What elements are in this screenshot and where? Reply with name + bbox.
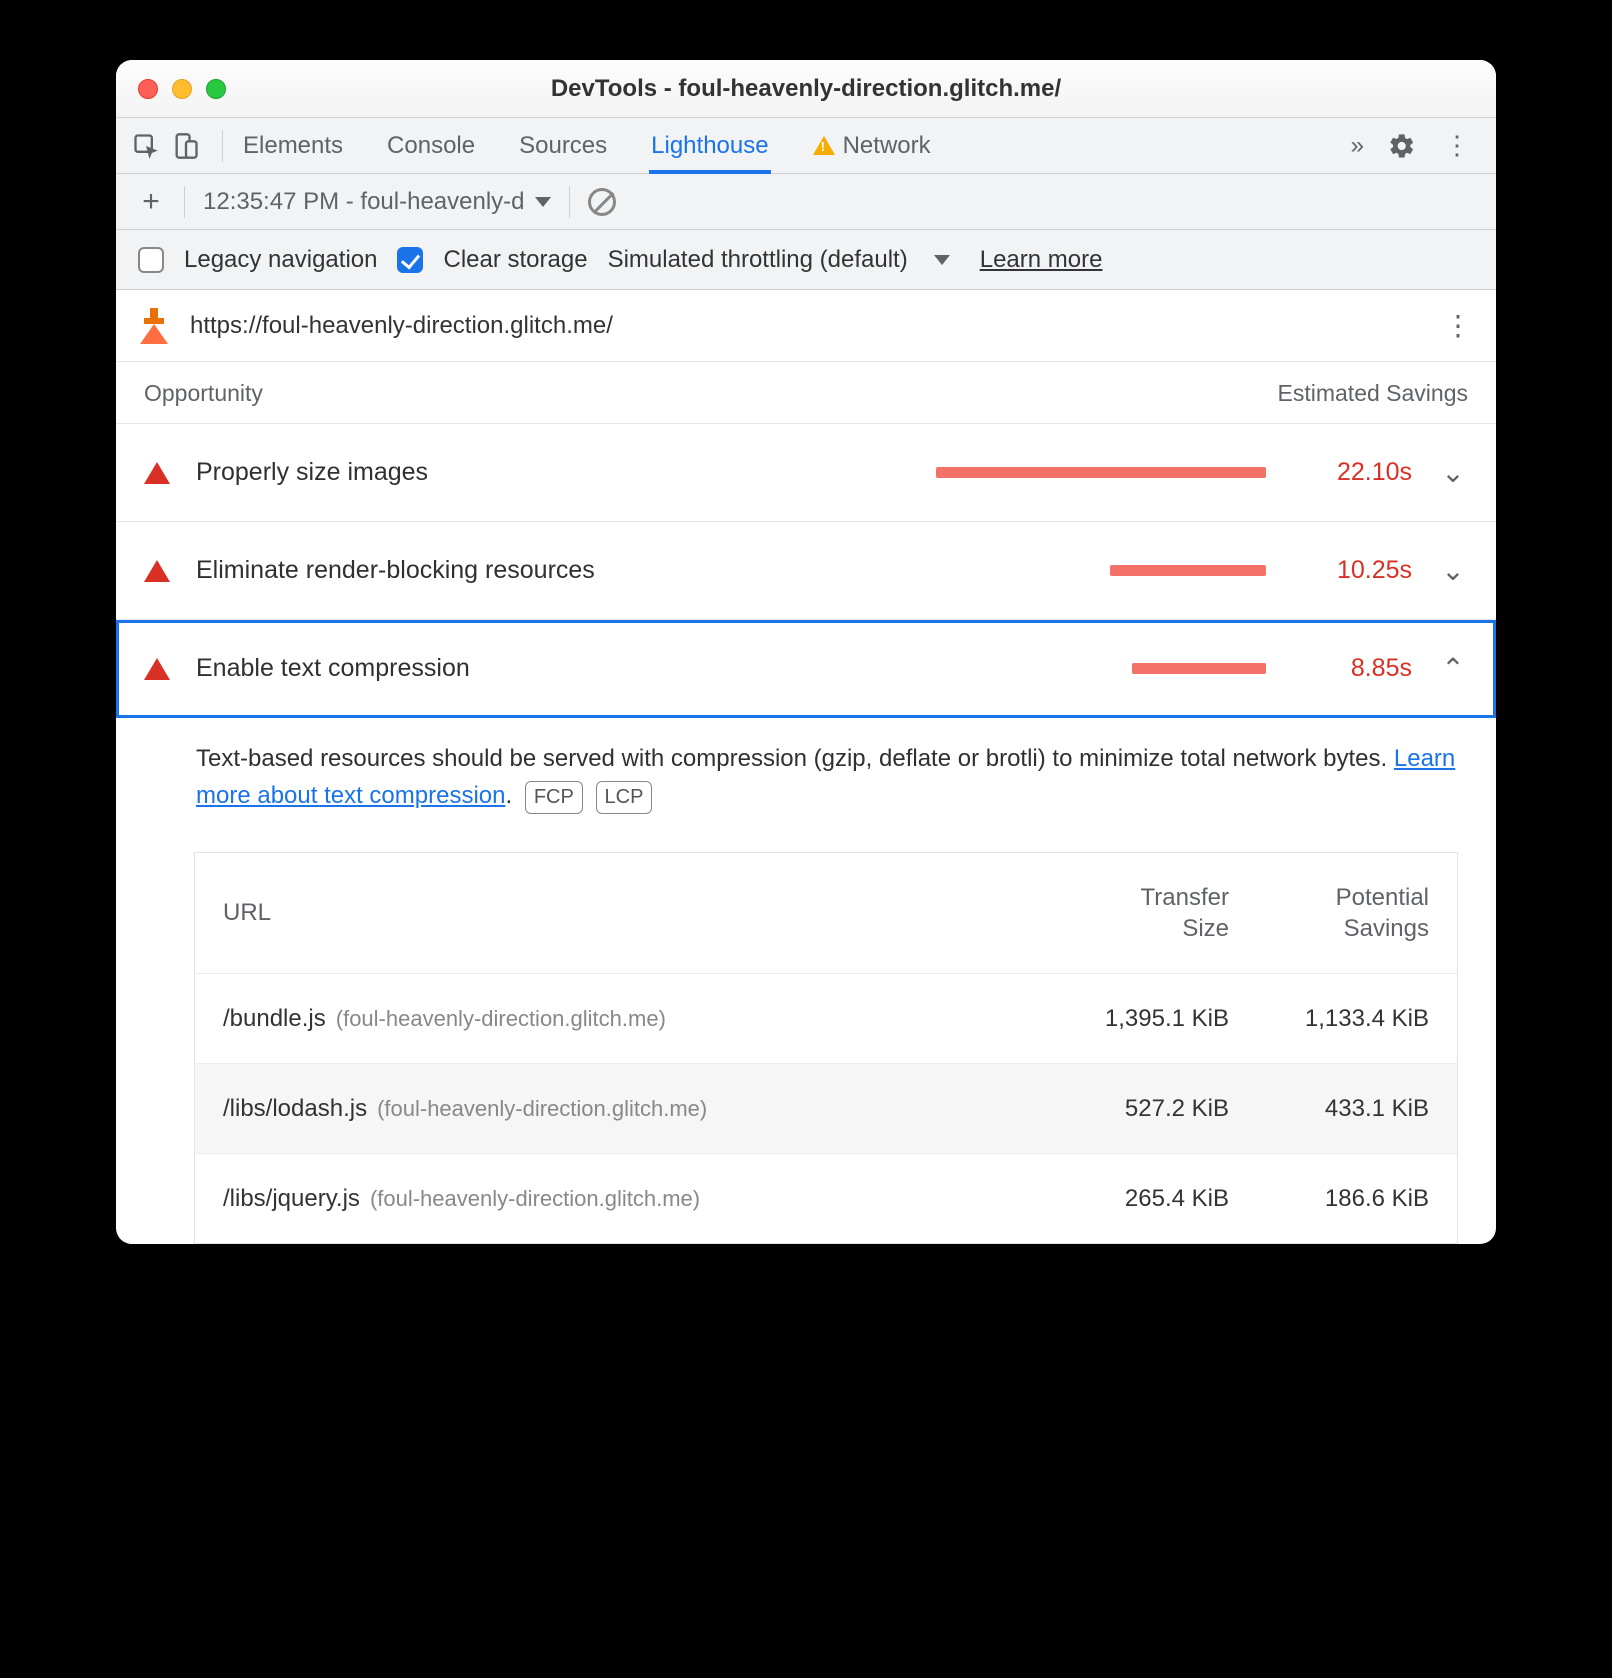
potential-savings: 1,133.4 KiB [1229, 1005, 1429, 1033]
resource-path: /libs/jquery.js [223, 1185, 360, 1213]
device-toolbar-icon[interactable] [168, 128, 204, 164]
close-window-button[interactable] [138, 79, 158, 99]
savings-bar-track [682, 663, 1266, 674]
report-selector-label: 12:35:47 PM - foul-heavenly-d [203, 188, 525, 216]
throttling-caret-icon[interactable] [934, 255, 950, 265]
titlebar: DevTools - foul-heavenly-direction.glitc… [116, 60, 1496, 118]
lighthouse-logo-icon [140, 308, 168, 344]
kebab-menu-icon[interactable]: ⋮ [1430, 130, 1484, 161]
table-row[interactable]: /libs/jquery.js (foul-heavenly-direction… [195, 1153, 1457, 1243]
resource-path: /bundle.js [223, 1005, 326, 1033]
potential-savings: 186.6 KiB [1229, 1185, 1429, 1213]
warning-icon [813, 136, 835, 155]
legacy-navigation-label: Legacy navigation [184, 246, 377, 274]
table-body: /bundle.js (foul-heavenly-direction.glit… [195, 973, 1457, 1243]
devtools-window: DevTools - foul-heavenly-direction.glitc… [116, 60, 1496, 1244]
report-menu-icon[interactable]: ⋮ [1444, 309, 1472, 342]
opportunity-list: Properly size images22.10s⌄Eliminate ren… [116, 424, 1496, 718]
clear-storage-label: Clear storage [443, 246, 587, 274]
resource-path: /libs/lodash.js [223, 1095, 367, 1123]
tab-network-label: Network [843, 132, 931, 160]
learn-more-link[interactable]: Learn more [980, 246, 1103, 274]
tab-lighthouse[interactable]: Lighthouse [649, 132, 770, 174]
chevron-down-icon[interactable]: ⌄ [1438, 554, 1468, 587]
opportunity-item[interactable]: Properly size images 22.10s ⌄ [116, 424, 1496, 522]
metric-badge-lcp: LCP [596, 781, 653, 814]
savings-value: 8.85s [1292, 654, 1412, 683]
clear-report-icon[interactable] [588, 188, 616, 216]
opportunity-header-right: Estimated Savings [1278, 380, 1468, 407]
resource-origin: (foul-heavenly-direction.glitch.me) [370, 1186, 700, 1212]
window-title: DevTools - foul-heavenly-direction.glitc… [116, 75, 1496, 103]
col-transfer: Transfer Size [1029, 882, 1229, 944]
opportunity-desc-text: Text-based resources should be served wi… [196, 745, 1394, 772]
opportunity-desc-period: . [505, 782, 512, 809]
metric-badge-fcp: FCP [525, 781, 583, 814]
opportunity-header: Opportunity Estimated Savings [116, 362, 1496, 424]
chevron-up-icon[interactable]: ⌃ [1438, 652, 1468, 685]
opportunity-label: Properly size images [196, 458, 656, 487]
transfer-size: 527.2 KiB [1029, 1095, 1229, 1123]
table-row[interactable]: /bundle.js (foul-heavenly-direction.glit… [195, 973, 1457, 1063]
potential-savings: 433.1 KiB [1229, 1095, 1429, 1123]
divider [569, 186, 570, 218]
transfer-size: 1,395.1 KiB [1029, 1005, 1229, 1033]
throttling-label: Simulated throttling (default) [608, 246, 908, 274]
chevron-down-icon[interactable]: ⌄ [1438, 456, 1468, 489]
savings-bar [1110, 565, 1266, 576]
tab-console[interactable]: Console [385, 132, 477, 160]
table-row[interactable]: /libs/lodash.js (foul-heavenly-direction… [195, 1063, 1457, 1153]
savings-bar-track [682, 467, 1266, 478]
resource-origin: (foul-heavenly-direction.glitch.me) [336, 1006, 666, 1032]
lighthouse-toolbar: + 12:35:47 PM - foul-heavenly-d [116, 174, 1496, 230]
window-controls [138, 79, 226, 99]
settings-icon[interactable] [1378, 132, 1426, 160]
opportunity-header-left: Opportunity [144, 380, 263, 407]
panel-tab-strip: Elements Console Sources Lighthouse Netw… [116, 118, 1496, 174]
col-url: URL [223, 899, 1029, 927]
divider [222, 130, 223, 162]
report-selector[interactable]: 12:35:47 PM - foul-heavenly-d [203, 188, 551, 216]
transfer-size: 265.4 KiB [1029, 1185, 1229, 1213]
report-url-row: https://foul-heavenly-direction.glitch.m… [116, 290, 1496, 362]
savings-bar [936, 467, 1266, 478]
lighthouse-settings: Legacy navigation Clear storage Simulate… [116, 230, 1496, 290]
opportunity-item[interactable]: Enable text compression 8.85s ⌃ [116, 620, 1496, 718]
tab-sources[interactable]: Sources [517, 132, 609, 160]
fail-triangle-icon [144, 658, 170, 680]
savings-value: 22.10s [1292, 458, 1412, 487]
savings-bar-track [682, 565, 1266, 576]
legacy-navigation-checkbox[interactable] [138, 247, 164, 273]
opportunity-label: Enable text compression [196, 654, 656, 683]
tab-elements[interactable]: Elements [241, 132, 345, 160]
opportunity-label: Eliminate render-blocking resources [196, 556, 656, 585]
fail-triangle-icon [144, 462, 170, 484]
new-report-button[interactable]: + [136, 185, 166, 219]
caret-down-icon [535, 197, 551, 207]
tab-network[interactable]: Network [811, 132, 933, 160]
savings-value: 10.25s [1292, 556, 1412, 585]
opportunity-item[interactable]: Eliminate render-blocking resources 10.25… [116, 522, 1496, 620]
col-potential: Potential Savings [1229, 882, 1429, 944]
clear-storage-checkbox[interactable] [397, 247, 423, 273]
savings-bar [1132, 663, 1266, 674]
zoom-window-button[interactable] [206, 79, 226, 99]
table-header: URL Transfer Size Potential Savings [195, 853, 1457, 973]
more-tabs-icon[interactable]: » [1341, 132, 1374, 160]
opportunity-description: Text-based resources should be served wi… [116, 718, 1496, 826]
inspect-element-icon[interactable] [128, 128, 164, 164]
compression-table: URL Transfer Size Potential Savings /bun… [194, 852, 1458, 1244]
minimize-window-button[interactable] [172, 79, 192, 99]
fail-triangle-icon [144, 560, 170, 582]
divider [184, 186, 185, 218]
panel-tabs: Elements Console Sources Lighthouse Netw… [241, 132, 1337, 160]
report-url: https://foul-heavenly-direction.glitch.m… [190, 312, 613, 340]
resource-origin: (foul-heavenly-direction.glitch.me) [377, 1096, 707, 1122]
